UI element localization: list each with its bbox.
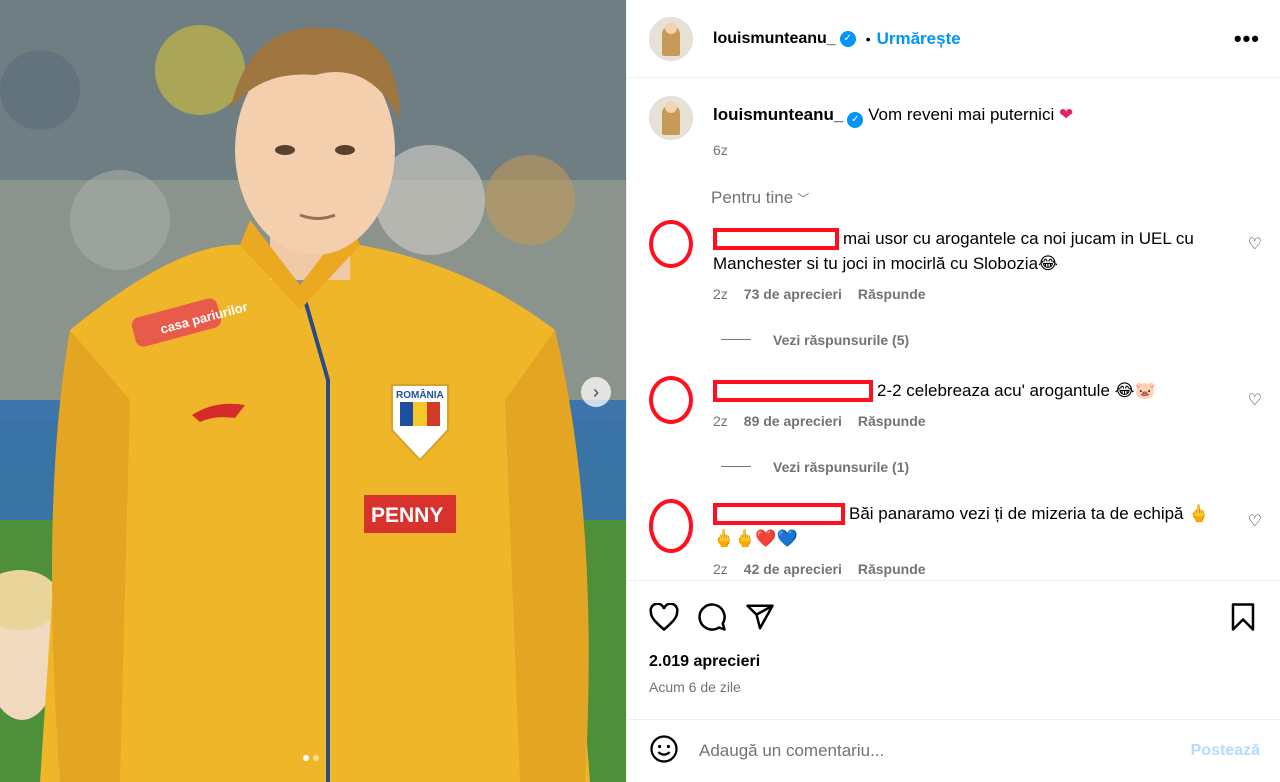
redaction-circle: [649, 375, 693, 424]
avatar[interactable]: [649, 16, 693, 61]
avatar[interactable]: [649, 498, 693, 553]
carousel-dot: [303, 755, 309, 761]
carousel-indicator: [303, 755, 319, 761]
next-photo-button[interactable]: ›: [581, 377, 611, 407]
post-comment-button[interactable]: Postează: [1191, 742, 1260, 760]
avatar[interactable]: [649, 219, 693, 270]
comment-input[interactable]: [697, 740, 1191, 762]
view-replies-label: Vezi răspunsurile (1): [773, 458, 910, 475]
view-replies-label: Vezi răspunsurile (5): [773, 331, 910, 348]
carousel-dot: [313, 755, 319, 761]
reply-button[interactable]: Răspunde: [858, 286, 926, 302]
posted-time: Acum 6 de zile: [649, 679, 741, 695]
comment-text: 2-2 celebreaza acu' arogantule 😂🐷: [877, 380, 1156, 400]
more-options-icon[interactable]: •••: [1234, 26, 1260, 52]
comment-sort-dropdown[interactable]: Pentru tine ﹀: [711, 188, 1280, 208]
follow-button[interactable]: Urmărește: [877, 29, 961, 49]
comment-time: 2z: [713, 560, 728, 577]
chevron-right-icon: ›: [593, 381, 599, 402]
share-icon[interactable]: [743, 600, 777, 634]
crest-label: ROMÂNIA: [396, 388, 444, 401]
post-photo: casa pariurilor ROMÂNIA PENNY ›: [0, 0, 626, 782]
comment-item: Băi panaramo vezi ți de mizeria ta de ec…: [627, 498, 1280, 577]
chest-sponsor: PENNY: [371, 504, 443, 527]
comment-item: mai usor cu arogantele ca noi jucam in U…: [627, 219, 1280, 302]
redaction-circle: [649, 498, 693, 553]
like-comment-icon[interactable]: ♡: [1248, 234, 1262, 254]
redacted-username: [713, 503, 845, 526]
post-caption: louismunteanu_ ✓ Vom reveni mai puternici…: [627, 78, 1280, 158]
caption-username[interactable]: louismunteanu_: [713, 105, 843, 124]
player-photo: casa pariurilor ROMÂNIA PENNY: [0, 0, 626, 782]
add-comment-bar: Postează: [627, 719, 1280, 782]
sort-label: Pentru tine: [711, 187, 794, 207]
verified-badge-icon: ✓: [847, 111, 864, 128]
emoji-icon[interactable]: [649, 734, 679, 769]
view-replies-button[interactable]: Vezi răspunsurile (5): [721, 332, 1280, 348]
comment-likes[interactable]: 42 de aprecieri: [744, 561, 842, 577]
reply-button[interactable]: Răspunde: [858, 413, 926, 429]
redacted-username: [713, 228, 839, 251]
comment-icon[interactable]: [695, 600, 729, 634]
comment-likes[interactable]: 73 de aprecieri: [744, 286, 842, 302]
comment-time: 2z: [713, 412, 728, 429]
comment-time: 2z: [713, 285, 728, 302]
view-replies-button[interactable]: Vezi răspunsurile (1): [721, 459, 1280, 475]
post-viewer: casa pariurilor ROMÂNIA PENNY › louismun…: [0, 0, 1280, 782]
like-icon[interactable]: [647, 600, 681, 634]
reply-button[interactable]: Răspunde: [858, 561, 926, 577]
save-icon[interactable]: [1226, 600, 1260, 634]
separator-dot: •: [865, 30, 871, 47]
comment-item: 2-2 celebreaza acu' arogantule 😂🐷 2z 89 d…: [627, 375, 1280, 429]
redacted-username: [713, 380, 873, 403]
redaction-circle: [649, 219, 693, 268]
post-sidebar: louismunteanu_ ✓ • Urmărește ••• louismu…: [626, 0, 1280, 782]
verified-badge-icon: ✓: [839, 30, 856, 47]
comments-section[interactable]: louismunteanu_ ✓ Vom reveni mai puternici…: [627, 78, 1280, 580]
likes-count[interactable]: 2.019 aprecieri: [627, 653, 1280, 671]
avatar[interactable]: [649, 375, 693, 424]
post-header: louismunteanu_ ✓ • Urmărește •••: [627, 0, 1280, 78]
chevron-down-icon: ﹀: [797, 191, 810, 206]
post-actions: [627, 580, 1280, 653]
avatar[interactable]: [649, 96, 693, 140]
caption-time: 6z: [713, 141, 728, 158]
like-comment-icon[interactable]: ♡: [1248, 511, 1262, 531]
author-username[interactable]: louismunteanu_: [713, 30, 836, 48]
heart-emoji: ❤: [1058, 105, 1074, 124]
comment-likes[interactable]: 89 de aprecieri: [744, 413, 842, 429]
caption-text: Vom reveni mai puternici: [868, 105, 1055, 124]
like-comment-icon[interactable]: ♡: [1248, 390, 1262, 410]
